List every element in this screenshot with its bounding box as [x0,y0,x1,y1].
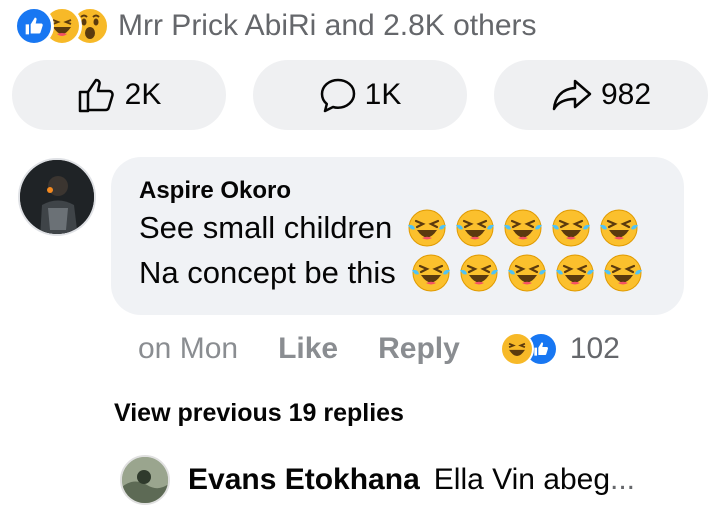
haha-icon [499,332,534,366]
laughing-emoji-icon [550,207,592,249]
reply-author[interactable]: Evans Etokhana [188,463,420,497]
comment-timestamp[interactable]: on Mon [138,332,238,366]
laughing-emoji-row-1 [406,207,640,249]
laughing-emoji-icon [506,252,548,294]
like-count: 2K [124,78,162,111]
reaction-summary[interactable]: Mrr Prick AbiRi and 2.8K others [14,6,537,46]
reply-preview[interactable]: Evans Etokhana Ella Vin abeg ... [120,455,635,505]
share-button[interactable]: 982 [494,60,708,130]
comment-count: 1K [364,78,402,111]
comment-icon [320,78,355,113]
like-button[interactable]: 2K [12,60,226,130]
laughing-emoji-row-2 [410,252,644,294]
laughing-emoji-icon [454,207,496,249]
laughing-emoji-icon [602,252,644,294]
comment-reaction-count: 102 [569,332,620,365]
thumbs-up-icon [78,78,114,113]
share-arrow-icon [552,79,592,111]
comment-reply-button[interactable]: Reply [378,332,460,366]
comment-line-2: Na concept be this [139,250,656,295]
comment-line-1: See small children [139,205,656,250]
laughing-emoji-icon [554,252,596,294]
comment-button[interactable]: 1K [253,60,467,130]
reply-text: Ella Vin abeg [433,463,611,496]
view-previous-replies-link[interactable]: View previous 19 replies [114,399,404,428]
reply-ellipsis: ... [610,463,636,496]
laughing-emoji-icon [502,207,544,249]
reaction-icons [14,6,110,46]
laughing-emoji-icon [598,207,640,249]
share-count: 982 [600,78,652,111]
comment-meta: on Mon Like Reply 102 [138,332,620,366]
comment-reactions[interactable]: 102 [499,332,620,366]
reaction-summary-text[interactable]: Mrr Prick AbiRi and 2.8K others [118,9,537,43]
like-reaction-icon [14,6,54,46]
comment-text-line-1: See small children [139,210,393,245]
laughing-emoji-icon [410,252,452,294]
comment-like-button[interactable]: Like [278,332,338,366]
comment-text-line-2: Na concept be this [139,255,396,290]
comment-bubble: Aspire Okoro See small children Na conce… [111,157,684,315]
reply-avatar[interactable] [120,455,170,505]
laughing-emoji-icon [458,252,500,294]
avatar[interactable] [18,158,96,236]
comment-author[interactable]: Aspire Okoro [139,177,656,205]
post-actions: 2K 1K 982 [12,60,708,130]
laughing-emoji-icon [406,207,448,249]
